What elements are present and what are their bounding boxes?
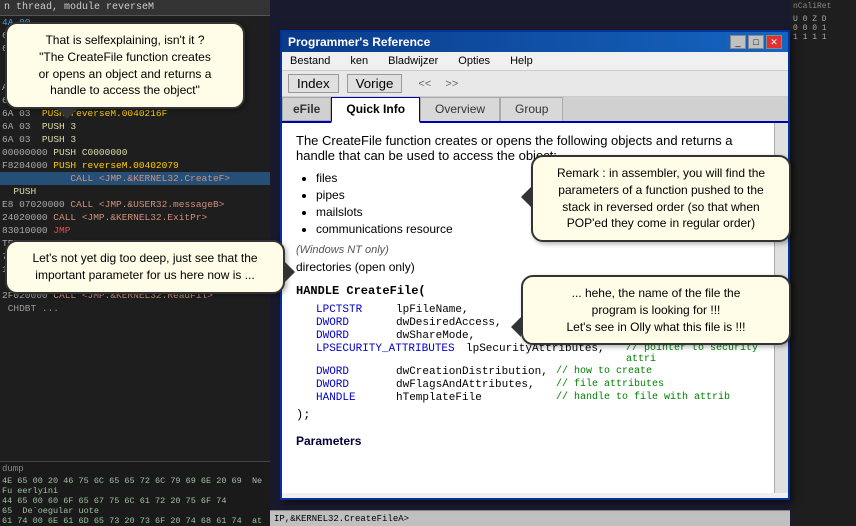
dump-panel: dump 4E 65 00 20 46 75 6C 65 65 72 6C 79… [0,461,270,526]
bubble-bottom-right: ... hehe, the name of the file the progr… [521,275,791,345]
asm-line: F8204000 PUSH reverseM.00402079 [0,159,270,172]
nav-arrows: << >> [418,78,458,90]
asm-line: CHDBT ... [0,302,270,315]
asm-line: 83010000 JMP [0,224,270,237]
maximize-button[interactable]: □ [748,35,764,49]
prev-arrow[interactable]: << [418,78,431,90]
tab-overview[interactable]: Overview [420,97,500,121]
status-bar: IP,&KERNEL32.CreateFileA> [270,510,790,526]
param-row: DWORD dwCreationDistribution, // how to … [296,366,774,378]
tab-quick-info[interactable]: Quick Info [331,97,420,123]
asm-line: 6A 03 PUSH 3 [0,120,270,133]
status-text: IP,&KERNEL32.CreateFileA> [274,514,409,524]
param-row: LPSECURITY_ATTRIBUTES lpSecurityAttribut… [296,343,774,365]
tab-group[interactable]: Group [500,97,563,121]
tab-bar: eFile Quick Info Overview Group [282,97,788,123]
asm-line: 24020000 CALL <JMP.&KERNEL32.ExitPr> [0,211,270,224]
bubble-top-right: Remark : in assembler, you will find the… [531,155,791,242]
close-button[interactable]: ✕ [766,35,782,49]
param-row: DWORD dwFlagsAndAttributes, // file attr… [296,379,774,391]
menu-bestand[interactable]: Bestand [286,54,334,68]
dir-note: directories (open only) [296,260,774,274]
asm-line: PUSH [0,185,270,198]
asm-line: E8 07020000 CALL <JMP.&USER32.messageB> [0,198,270,211]
bubble-text: Let's not yet dig too deep, just see tha… [32,251,257,282]
right-panel: nCaliRet U 0 Z D0 0 0 11 1 1 1 [791,0,856,526]
menu-help[interactable]: Help [506,54,537,68]
prev-button[interactable]: Vorige [347,74,403,93]
asm-line: 6A 03 PUSH 3 [0,133,270,146]
minimize-button[interactable]: _ [730,35,746,49]
menu-opties[interactable]: Opties [454,54,494,68]
asm-line: 00000000 PUSH C0000000 [0,146,270,159]
asm-titlebar: n thread, module reverseM [0,0,270,16]
bubble-text: Remark : in assembler, you will find the… [557,166,765,230]
params-heading: Parameters [296,434,774,448]
window-controls[interactable]: _ □ ✕ [730,35,782,49]
reference-window: Programmer's Reference _ □ ✕ Bestand ken… [280,30,790,500]
menu-bladwijzer[interactable]: Bladwijzer [384,54,442,68]
menubar: Bestand ken Bladwijzer Opties Help [282,52,788,71]
asm-line: CALL <JMP.&KERNEL32.CreateF> [0,172,270,185]
menu-ken[interactable]: ken [346,54,372,68]
tab-file[interactable]: eFile [282,97,331,121]
param-row: HANDLE hTemplateFile // handle to file w… [296,392,774,404]
bubble-top-left: That is selfexplaining, isn't it ? "The … [5,22,245,109]
navbar: Index Vorige << >> [282,71,788,97]
nt-note: (Windows NT only) [296,244,774,256]
bubble-bottom-left: Let's not yet dig too deep, just see tha… [5,240,285,294]
window-titlebar: Programmer's Reference _ □ ✕ [282,32,788,52]
next-arrow[interactable]: >> [445,78,458,90]
index-button[interactable]: Index [288,74,339,93]
bubble-text: ... hehe, the name of the file the progr… [566,286,745,334]
window-title: Programmer's Reference [288,35,430,49]
bubble-text: That is selfexplaining, isn't it ? "The … [39,33,212,97]
close-paren: ); [296,408,774,422]
